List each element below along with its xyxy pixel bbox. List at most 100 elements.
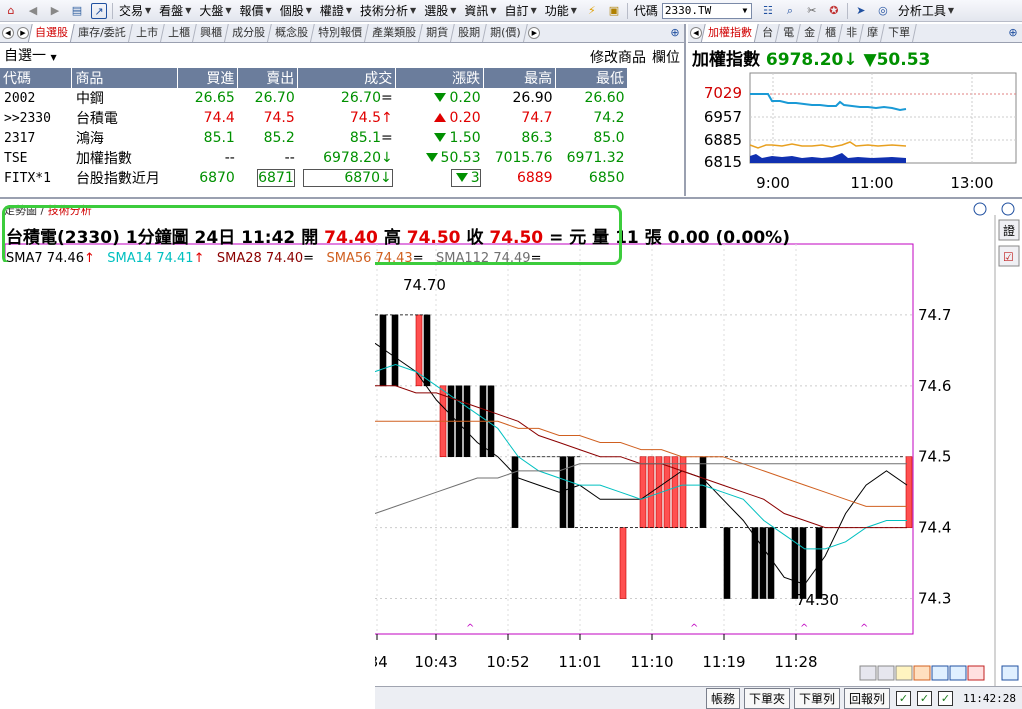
account-button[interactable]: 帳務 <box>705 687 740 709</box>
col-header[interactable]: 買進 <box>177 68 239 88</box>
cell-high: 7015.76 <box>494 150 553 166</box>
down-triangle-icon <box>434 133 447 142</box>
tab-options[interactable]: 期(價) <box>483 24 528 42</box>
alert-icon[interactable]: ✪ <box>826 3 842 19</box>
list-selector[interactable]: 自選一 ▼ <box>4 45 144 65</box>
print-icon[interactable]: ▤ <box>69 3 85 19</box>
forward-icon[interactable]: ▶ <box>47 3 63 19</box>
menu-watch[interactable]: 看盤 ▼ <box>155 2 195 19</box>
tab-label: 上市 <box>135 26 158 39</box>
tab-concept[interactable]: 概念股 <box>268 24 315 42</box>
tab-special-quote[interactable]: 特別報價 <box>311 24 369 42</box>
tab-prev-icon[interactable]: ◀ <box>690 27 702 39</box>
memo-icon[interactable]: ▣ <box>606 3 622 19</box>
menu-info[interactable]: 資訊 ▼ <box>460 2 500 19</box>
checkbox-2[interactable]: ✓ <box>917 690 933 706</box>
menu-screener[interactable]: 選股 ▼ <box>420 2 460 19</box>
code-input[interactable]: 2330.TW ▼ <box>661 2 752 19</box>
col-header[interactable]: 商品 <box>71 68 179 88</box>
col-header[interactable]: 賣出 <box>237 68 299 88</box>
tab-stock-futures[interactable]: 股期 <box>451 24 487 42</box>
pointer-icon[interactable]: ➤ <box>853 3 869 19</box>
tool-zoom-icon[interactable] <box>931 665 949 681</box>
list-name: 自選一 <box>4 48 46 64</box>
tool-chart-icon[interactable] <box>967 665 985 681</box>
chevron-down-icon[interactable]: ▼ <box>739 4 751 18</box>
col-header[interactable]: 成交 <box>297 68 397 88</box>
scroll-left-button[interactable] <box>859 665 877 681</box>
menu-analysis-tools[interactable]: 分析工具 ▼ <box>894 2 958 19</box>
group-icon[interactable]: ☷ <box>760 3 776 19</box>
col-header[interactable]: 漲跌 <box>395 68 485 88</box>
price-bar <box>751 527 759 599</box>
tab-label: 期貨 <box>425 26 448 39</box>
home-icon[interactable]: ⌂ <box>3 3 19 19</box>
cell-code: TSE <box>4 150 28 166</box>
tools-icon[interactable]: ✂ <box>804 3 820 19</box>
cell-bid: 85.1 <box>203 130 235 146</box>
menu-stock[interactable]: 個股 ▼ <box>276 2 316 19</box>
last-mark: ↓ <box>381 150 393 166</box>
menu-trade[interactable]: 交易 ▼ <box>115 2 155 19</box>
menu-function[interactable]: 功能 ▼ <box>541 2 581 19</box>
col-header[interactable]: 代碼 <box>0 68 73 88</box>
zoom-in-icon[interactable]: ⊕ <box>1006 26 1020 40</box>
flash-icon[interactable]: ⚡ <box>584 3 600 19</box>
menu-warrant[interactable]: 權證 ▼ <box>316 2 356 19</box>
back-icon[interactable]: ◀ <box>25 3 41 19</box>
scroll-right-button[interactable] <box>877 665 895 681</box>
report-bar-button[interactable]: 回報列 <box>844 687 891 709</box>
tab-prev-icon[interactable]: ◀ <box>2 27 14 39</box>
col-header[interactable]: 最高 <box>483 68 557 88</box>
tab-order[interactable]: 下單 <box>881 24 918 42</box>
table-row[interactable]: >>2330 台積電 74.4 74.5 74.5↑ 0.20 74.7 74.… <box>0 108 684 128</box>
table-row[interactable]: 2002 中鋼 26.65 26.70 26.70= 0.20 26.90 26… <box>0 88 684 108</box>
order-folder-button[interactable]: 下單夾 <box>743 687 790 709</box>
table-row[interactable]: 2317 鴻海 85.1 85.2 85.1= 1.50 86.3 85.0 <box>0 128 684 148</box>
tab-industry[interactable]: 產業類股 <box>365 24 423 42</box>
x-tick-label: 11:19 <box>702 653 745 671</box>
tab-label: 股期 <box>457 26 480 39</box>
popout-icon[interactable]: ↗ <box>91 2 107 19</box>
zoom-in-icon[interactable]: ⊕ <box>668 26 682 40</box>
cell-ask: 85.2 <box>263 130 295 146</box>
table-row[interactable]: TSE 加權指數 -- -- 6978.20↓ 50.53 7015.76 69… <box>0 148 684 168</box>
info-volume-unit: 張 <box>644 228 662 248</box>
tool-cursor-icon[interactable] <box>895 665 913 681</box>
chevron-down-icon[interactable]: ▼ <box>50 53 56 62</box>
tab-scroll-icon[interactable]: ▶ <box>528 27 541 39</box>
tab-components[interactable]: 成分股 <box>225 24 272 42</box>
tab-otc[interactable]: 上櫃 <box>161 24 197 42</box>
tool-crosshair-icon[interactable] <box>949 665 967 681</box>
menu-custom[interactable]: 自訂 ▼ <box>501 2 541 19</box>
tab-emerging[interactable]: 興櫃 <box>193 24 229 42</box>
checkbox-1[interactable]: ✓ <box>896 690 912 706</box>
menu-technical[interactable]: 技術分析 ▼ <box>356 2 420 19</box>
tab-watchlist[interactable]: 自選股 <box>27 24 76 42</box>
tab-next-icon[interactable]: ▶ <box>17 27 29 39</box>
menu-market[interactable]: 大盤 ▼ <box>195 2 235 19</box>
search-icon[interactable]: ⌕ <box>782 3 798 19</box>
analysis-icon[interactable]: ◎ <box>875 3 891 19</box>
edit-items-button[interactable]: 修改商品 <box>590 47 646 67</box>
col-header[interactable]: 最低 <box>555 68 629 88</box>
tab-inventory[interactable]: 庫存/委託 <box>71 24 133 42</box>
columns-button[interactable]: 欄位 <box>652 47 680 67</box>
order-bar-button[interactable]: 下單列 <box>793 687 840 709</box>
menu-quote[interactable]: 報價 ▼ <box>236 2 276 19</box>
price-bar <box>799 527 807 599</box>
zoom-in-icon[interactable] <box>1001 202 1015 216</box>
tool-settings-icon[interactable] <box>1001 665 1019 681</box>
checkbox-3[interactable]: ✓ <box>938 690 954 706</box>
cell-low: 85.0 <box>593 130 625 146</box>
zoom-in-icon[interactable] <box>973 202 987 216</box>
tab-futures[interactable]: 期貨 <box>419 24 455 42</box>
tool-window-icon[interactable] <box>913 665 931 681</box>
cell-high: 6889 <box>516 170 553 186</box>
price-bar <box>759 527 767 599</box>
menu-label: 功能 <box>544 4 569 18</box>
tab-taiex[interactable]: 加權指數 <box>700 24 760 42</box>
divider <box>846 2 848 19</box>
table-row[interactable]: FITX*1 台股指數近月 6870 6871 6870↓ 3 6889 685… <box>0 168 684 188</box>
tab-listed[interactable]: 上市 <box>129 24 165 42</box>
